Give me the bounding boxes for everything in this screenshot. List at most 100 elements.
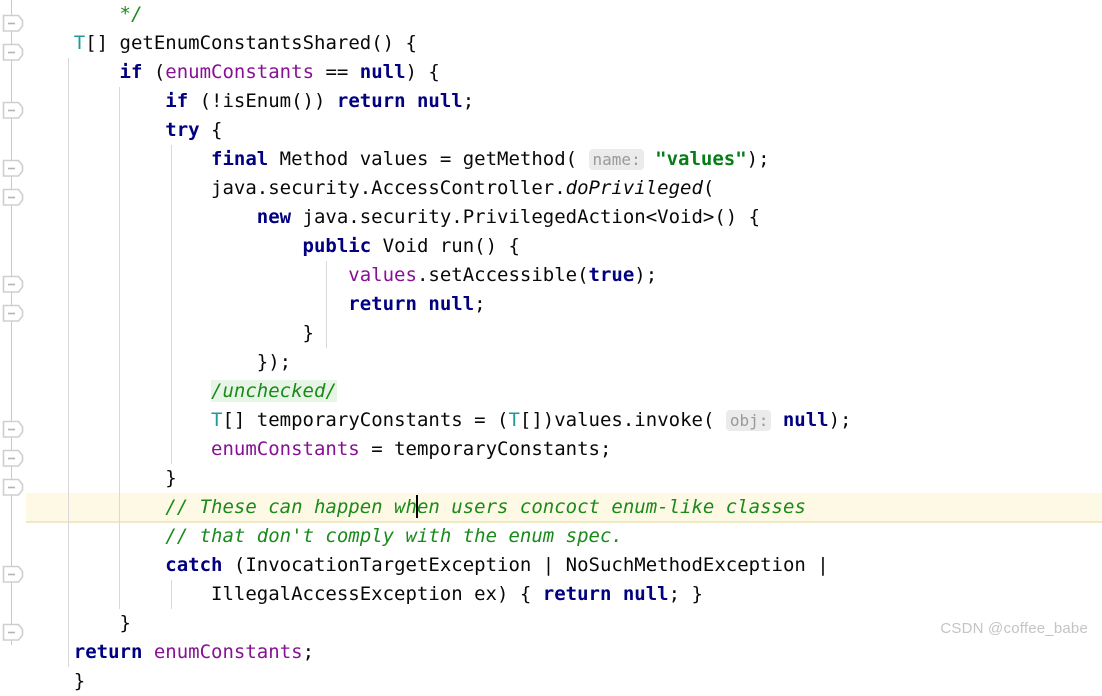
code-line-current[interactable]: // These can happen when users concoct e…	[0, 493, 1102, 522]
code-token-pln: ;	[302, 641, 315, 663]
code-token-pln	[417, 293, 428, 315]
code-line[interactable]: return null;	[0, 290, 1102, 319]
code-token-pln: Void run() {	[371, 235, 520, 257]
code-line[interactable]: if (enumConstants == null) {	[0, 58, 1102, 87]
code-token-pln	[28, 554, 165, 576]
code-line[interactable]: }	[0, 319, 1102, 348]
code-token-pln	[142, 641, 153, 663]
code-text: }	[28, 667, 85, 696]
code-token-pln: });	[28, 351, 292, 373]
code-token-pln: ;	[462, 90, 475, 112]
code-token-pln	[28, 380, 211, 402]
code-line[interactable]: });	[0, 348, 1102, 377]
code-text: return enumConstants;	[28, 638, 314, 667]
fold-marker-icon[interactable]	[2, 188, 24, 207]
code-token-kw: true	[588, 264, 635, 286]
code-line[interactable]: values.setAccessible(true);	[0, 261, 1102, 290]
fold-marker-icon[interactable]	[2, 478, 24, 497]
fold-marker-icon[interactable]	[2, 304, 24, 323]
fold-marker-icon[interactable]	[2, 623, 24, 642]
code-token-fld: enumConstants	[153, 641, 303, 663]
code-token-pln	[28, 438, 211, 460]
code-token-pln	[28, 119, 165, 141]
code-line[interactable]: */	[0, 0, 1102, 29]
code-token-fld: enumConstants	[211, 438, 360, 460]
fold-marker-icon[interactable]	[2, 14, 24, 33]
fold-marker-icon[interactable]	[2, 449, 24, 468]
code-text: values.setAccessible(true);	[28, 261, 657, 290]
code-line[interactable]: if (!isEnum()) return null;	[0, 87, 1102, 116]
code-token-pln: ) {	[405, 61, 440, 83]
code-token-pln	[28, 90, 165, 112]
code-line[interactable]: enumConstants = temporaryConstants;	[0, 435, 1102, 464]
code-token-pln: [] temporaryConstants = (	[222, 409, 509, 431]
code-token-kw: return	[348, 293, 417, 315]
code-line[interactable]: catch (InvocationTargetException | NoSuc…	[0, 551, 1102, 580]
code-content[interactable]: */ T[] getEnumConstantsShared() { if (en…	[0, 0, 1102, 692]
code-editor[interactable]: */ T[] getEnumConstantsShared() { if (en…	[0, 0, 1102, 692]
code-token-pln: );	[746, 148, 770, 170]
fold-marker-icon[interactable]	[2, 101, 24, 120]
fold-marker-icon[interactable]	[2, 159, 24, 178]
code-text: catch (InvocationTargetException | NoSuc…	[28, 551, 828, 580]
code-token-pln: }	[28, 612, 131, 634]
fold-marker-icon[interactable]	[2, 275, 24, 294]
code-token-cmt: // that don't comply with the enum spec.	[165, 525, 623, 547]
code-line[interactable]: final Method values = getMethod( name: "…	[0, 145, 1102, 174]
code-text: java.security.AccessController.doPrivile…	[28, 174, 714, 203]
code-token-pln	[28, 641, 74, 663]
text-caret	[415, 495, 418, 518]
code-text: IllegalAccessException ex) { return null…	[28, 580, 703, 609]
code-token-kw: new	[256, 206, 292, 228]
code-token-kw: null	[359, 61, 406, 83]
code-line[interactable]: /unchecked/	[0, 377, 1102, 406]
code-text: T[] temporaryConstants = (T[])values.inv…	[28, 406, 851, 435]
code-token-pln: []	[85, 32, 120, 54]
code-token-fld: enumConstants	[165, 61, 315, 83]
code-line[interactable]: T[] getEnumConstantsShared() {	[0, 29, 1102, 58]
code-token-pln: IllegalAccessException ex) {	[28, 583, 543, 605]
code-token-pln: }	[28, 467, 177, 489]
code-token-kw: try	[165, 119, 200, 141]
code-token-pln	[28, 177, 211, 199]
code-text: public Void run() {	[28, 232, 520, 261]
watermark-text: CSDN @coffee_babe	[940, 620, 1088, 637]
code-token-pln	[28, 264, 348, 286]
code-line[interactable]: public Void run() {	[0, 232, 1102, 261]
editor-gutter[interactable]	[0, 0, 26, 645]
code-token-pln	[771, 409, 782, 431]
code-text: new java.security.PrivilegedAction<Void>…	[28, 203, 760, 232]
code-token-kw: catch	[165, 554, 223, 576]
code-token-str: "values"	[655, 148, 747, 170]
code-token-pln	[28, 61, 120, 83]
code-line[interactable]: try {	[0, 116, 1102, 145]
fold-marker-icon[interactable]	[2, 565, 24, 584]
code-text: enumConstants = temporaryConstants;	[28, 435, 611, 464]
code-token-kw: public	[302, 235, 372, 257]
indent-guide	[326, 319, 327, 348]
code-token-pln: [])values.invoke(	[519, 409, 726, 431]
code-token-pln: java.security.AccessController.	[211, 177, 566, 199]
code-token-cmt: */	[119, 3, 143, 25]
code-text: return null;	[28, 290, 485, 319]
code-line[interactable]: IllegalAccessException ex) { return null…	[0, 580, 1102, 609]
code-line[interactable]: }	[0, 667, 1102, 696]
code-token-ital: doPrivileged	[565, 177, 703, 199]
fold-marker-icon[interactable]	[2, 420, 24, 439]
code-token-pln: );	[828, 409, 852, 431]
code-line[interactable]: }	[0, 609, 1102, 638]
code-token-pln	[28, 3, 120, 25]
fold-marker-icon[interactable]	[2, 43, 24, 62]
code-line[interactable]: }	[0, 464, 1102, 493]
code-line[interactable]: new java.security.PrivilegedAction<Void>…	[0, 203, 1102, 232]
code-line[interactable]: T[] temporaryConstants = (T[])values.inv…	[0, 406, 1102, 435]
code-token-kw: return	[336, 90, 406, 112]
code-text: if (enumConstants == null) {	[28, 58, 440, 87]
code-token-cmt: en users concoct enum-like classes	[416, 496, 806, 518]
code-line[interactable]: // that don't comply with the enum spec.	[0, 522, 1102, 551]
code-line[interactable]: java.security.AccessController.doPrivile…	[0, 174, 1102, 203]
code-token-pln: }	[28, 322, 314, 344]
code-line[interactable]: return enumConstants;	[0, 638, 1102, 667]
code-token-pln	[28, 32, 74, 54]
code-text: T[] getEnumConstantsShared() {	[28, 29, 417, 58]
